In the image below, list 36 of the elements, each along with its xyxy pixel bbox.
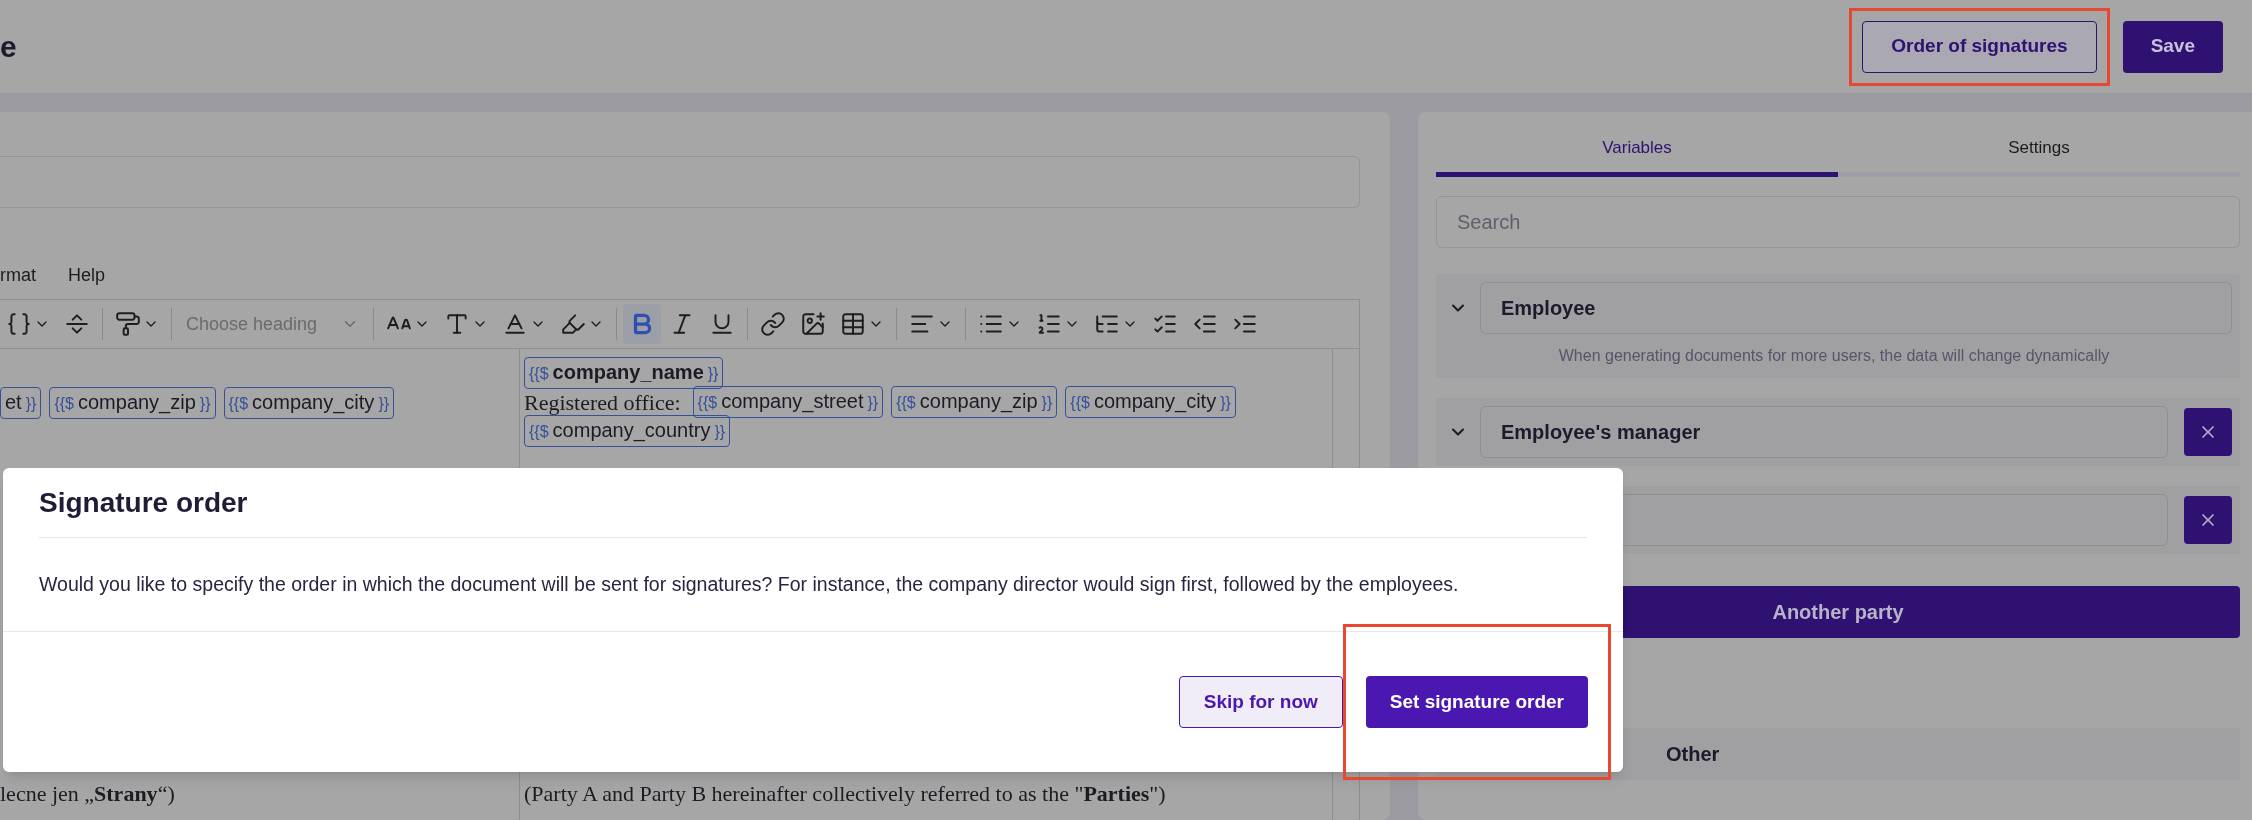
save-button[interactable]: Save: [2122, 20, 2223, 73]
party-name-field[interactable]: Employee's manager: [1480, 406, 2168, 458]
remove-button[interactable]: [2184, 496, 2232, 544]
highlighter-icon: [560, 311, 587, 337]
remove-button[interactable]: [2184, 408, 2232, 456]
document-paragraph: (Party A and Party B hereinafter collectively referred to as the "Parties"): [524, 780, 1167, 808]
image-icon: [800, 311, 827, 337]
variable-chip: {{$ company_country }}: [524, 415, 731, 447]
variable-chip: {{$ company_city }}: [1065, 386, 1236, 418]
party-note: When generating documents for more users, the data will change dynamically: [1557, 346, 2111, 366]
variable-chip: {{$ company_zip }}: [49, 387, 216, 419]
paint-roller-icon: [115, 311, 141, 337]
search-field[interactable]: Search: [1436, 196, 2240, 248]
document-paragraph: lecne jen „Strany“): [0, 780, 176, 808]
variable-chip: et }}: [0, 387, 42, 419]
menu-item[interactable]: Help: [68, 261, 106, 289]
variable-chip: {{$ company_zip }}: [891, 386, 1058, 418]
variable-chip: {{$ company_street }}: [692, 386, 884, 418]
order-of-signatures-button[interactable]: Order of signatures: [1862, 20, 2097, 73]
document-text: Registered office:: [524, 388, 681, 417]
braces-icon: [6, 311, 32, 337]
panel-tab[interactable]: Variables: [1436, 124, 1838, 177]
variable-chip: {{$ company_name }}: [524, 357, 724, 389]
menu-item[interactable]: rmat: [0, 261, 36, 289]
variable-chip: {{$ company_city }}: [223, 387, 395, 419]
panel-tab[interactable]: Settings: [1838, 124, 2240, 177]
section-title: Other: [1666, 742, 1720, 767]
link-icon: [760, 311, 787, 337]
set-signature-order-button[interactable]: Set signature order: [1365, 676, 1588, 728]
page-title: e: [0, 29, 17, 65]
party-name-field[interactable]: Employee: [1480, 282, 2232, 334]
numbered-list-icon: [1036, 311, 1063, 337]
table-icon: [840, 311, 867, 337]
dialog-title: Signature order: [39, 485, 248, 520]
skip-button[interactable]: Skip for now: [1178, 676, 1343, 728]
toolbar-button[interactable]: [623, 304, 662, 344]
